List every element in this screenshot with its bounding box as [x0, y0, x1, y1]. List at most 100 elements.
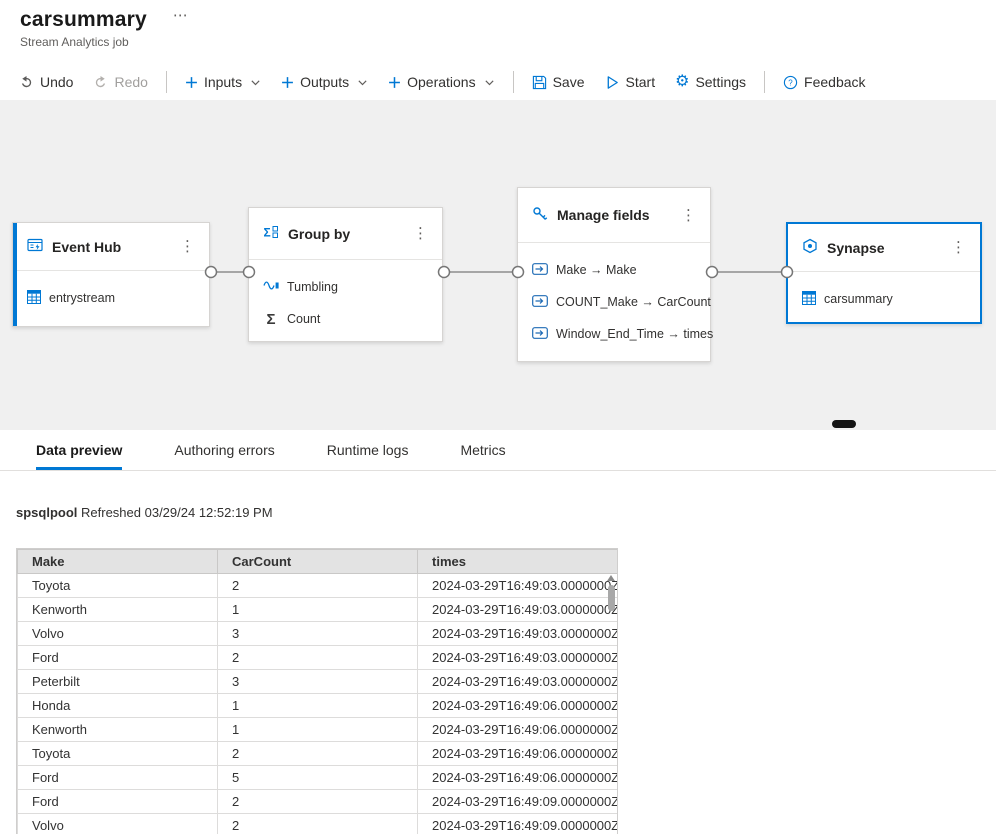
start-button[interactable]: Start: [596, 69, 665, 95]
field-map-icon: [532, 327, 548, 342]
table-cell: 2024-03-29T16:49:03.0000000Z: [418, 574, 618, 598]
table-cell: 3: [218, 670, 418, 694]
outputs-label: Outputs: [300, 74, 349, 90]
table-cell: 2: [218, 790, 418, 814]
add-operations-button[interactable]: Operations: [379, 69, 503, 95]
table-row: Volvo22024-03-29T16:49:09.0000000Z: [18, 814, 618, 834]
chevron-down-icon: [250, 77, 261, 88]
table-cell: Kenworth: [18, 598, 218, 622]
table-cell: 2: [218, 814, 418, 834]
operations-label: Operations: [407, 74, 475, 90]
table-cell: Kenworth: [18, 718, 218, 742]
table-cell: Volvo: [18, 622, 218, 646]
table-cell: 2024-03-29T16:49:03.0000000Z: [418, 670, 618, 694]
table-row: Toyota22024-03-29T16:49:03.0000000Z: [18, 574, 618, 598]
table-row: Kenworth12024-03-29T16:49:06.0000000Z: [18, 718, 618, 742]
settings-button[interactable]: ⚙ Settings: [666, 69, 755, 95]
scroll-up-arrow-icon[interactable]: [607, 575, 615, 581]
tab-runtime-logs[interactable]: Runtime logs: [327, 430, 409, 470]
tab-data-preview[interactable]: Data preview: [36, 430, 122, 470]
add-inputs-button[interactable]: Inputs: [176, 69, 270, 95]
column-header-make[interactable]: Make: [18, 550, 218, 574]
tab-metrics[interactable]: Metrics: [460, 430, 505, 470]
table-scrollbar[interactable]: [606, 575, 616, 834]
node-menu-button[interactable]: ⋮: [677, 208, 700, 223]
refreshed-label: Refreshed 03/29/24 12:52:19 PM: [81, 505, 273, 520]
redo-button[interactable]: Redo: [84, 69, 156, 95]
panel-resize-handle[interactable]: [832, 420, 856, 428]
chevron-down-icon: [484, 77, 495, 88]
node-item-label: COUNT_Make → CarCount: [556, 295, 711, 309]
stream-analytics-editor: carsummary ⋯ Stream Analytics job Undo R…: [0, 0, 996, 834]
table-grid-icon: [27, 290, 41, 307]
node-title: Synapse: [827, 240, 885, 256]
table-cell: 2: [218, 742, 418, 766]
table-cell: Toyota: [18, 742, 218, 766]
node-menu-button[interactable]: ⋮: [947, 240, 970, 255]
table-cell: 3: [218, 622, 418, 646]
table-row: Ford22024-03-29T16:49:03.0000000Z: [18, 646, 618, 670]
toolbar-separator: [513, 71, 514, 93]
gear-icon: ⚙: [675, 74, 689, 90]
tumbling-window-icon: [263, 280, 279, 294]
node-item-label: Window_End_Time → times: [556, 327, 713, 341]
node-title: Manage fields: [557, 207, 650, 223]
node-event-hub[interactable]: Event Hub ⋮ entrystream: [12, 222, 210, 327]
table-cell: 2024-03-29T16:49:09.0000000Z: [418, 814, 618, 834]
synapse-icon: [802, 238, 818, 257]
column-header-carcount[interactable]: CarCount: [218, 550, 418, 574]
node-menu-button[interactable]: ⋮: [409, 226, 432, 241]
add-outputs-button[interactable]: Outputs: [272, 69, 377, 95]
redo-icon: [93, 75, 108, 90]
more-options-button[interactable]: ⋯: [173, 8, 188, 23]
plus-icon: [388, 76, 401, 89]
chevron-down-icon: [357, 77, 368, 88]
table-cell: 2024-03-29T16:49:06.0000000Z: [418, 694, 618, 718]
node-item-label: carsummary: [824, 292, 893, 306]
start-label: Start: [626, 74, 656, 90]
node-item-label: entrystream: [49, 291, 115, 305]
start-icon: [605, 75, 620, 90]
node-item-count: Σ Count: [249, 303, 442, 335]
node-synapse[interactable]: Synapse ⋮ carsummary: [786, 222, 982, 324]
field-map-icon: [532, 295, 548, 310]
node-header: Manage fields ⋮: [518, 188, 710, 243]
node-item-field-map: Window_End_Time → times: [518, 318, 710, 350]
table-cell: 5: [218, 766, 418, 790]
scrollbar-thumb[interactable]: [608, 585, 615, 611]
node-item-field-map: COUNT_Make → CarCount: [518, 286, 710, 318]
column-header-times[interactable]: times: [418, 550, 618, 574]
table-cell: 1: [218, 694, 418, 718]
table-cell: 2024-03-29T16:49:06.0000000Z: [418, 742, 618, 766]
group-by-icon: Σ: [263, 224, 279, 243]
node-menu-button[interactable]: ⋮: [176, 239, 199, 254]
table-cell: Ford: [18, 766, 218, 790]
table-row: Honda12024-03-29T16:49:06.0000000Z: [18, 694, 618, 718]
toolbar-separator: [764, 71, 765, 93]
table-row: Ford22024-03-29T16:49:09.0000000Z: [18, 790, 618, 814]
node-title: Event Hub: [52, 239, 121, 255]
table-row: Kenworth12024-03-29T16:49:03.0000000Z: [18, 598, 618, 622]
manage-fields-icon: [532, 206, 548, 225]
table-row: Peterbilt32024-03-29T16:49:03.0000000Z: [18, 670, 618, 694]
undo-icon: [19, 75, 34, 90]
table-cell: 2024-03-29T16:49:03.0000000Z: [418, 622, 618, 646]
job-type-label: Stream Analytics job: [20, 35, 188, 49]
node-manage-fields[interactable]: Manage fields ⋮ Make → Make COUNT_Make →…: [517, 187, 711, 362]
save-button[interactable]: Save: [523, 69, 594, 95]
table-cell: Volvo: [18, 814, 218, 834]
undo-button[interactable]: Undo: [10, 69, 82, 95]
diagram-canvas[interactable]: Event Hub ⋮ entrystream Σ Group by ⋮: [0, 100, 996, 430]
table-row: Toyota22024-03-29T16:49:06.0000000Z: [18, 742, 618, 766]
node-group-by[interactable]: Σ Group by ⋮ Tumbling Σ Count: [248, 207, 443, 342]
tab-authoring-errors[interactable]: Authoring errors: [174, 430, 274, 470]
table-cell: 2: [218, 646, 418, 670]
settings-label: Settings: [695, 74, 746, 90]
node-header: Event Hub ⋮: [13, 223, 209, 271]
node-item-label: Tumbling: [287, 280, 338, 294]
table-cell: Toyota: [18, 574, 218, 598]
node-item-field-map: Make → Make: [518, 254, 710, 286]
toolbar-separator: [166, 71, 167, 93]
table-cell: Ford: [18, 790, 218, 814]
feedback-button[interactable]: ? Feedback: [774, 69, 874, 95]
